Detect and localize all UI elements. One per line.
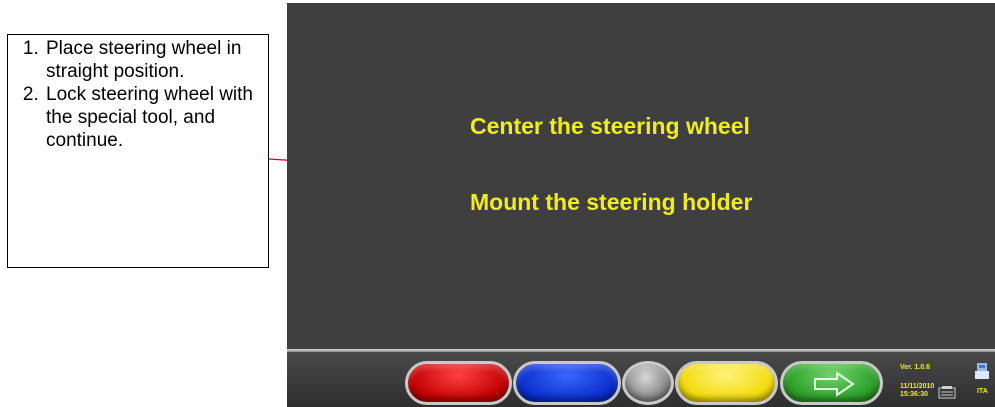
language-icon bbox=[975, 363, 989, 379]
instruction-callout: Place steering wheel in straight positio… bbox=[7, 34, 269, 268]
instruction-step-2: Lock steering wheel with the special too… bbox=[44, 83, 260, 152]
yellow-button[interactable] bbox=[675, 361, 778, 405]
blue-button[interactable] bbox=[513, 361, 621, 405]
bottom-button-bar: Ver. 1.0.6 11/11/2010 15:36:30 ITA bbox=[287, 352, 995, 407]
next-button[interactable] bbox=[780, 361, 883, 405]
red-button[interactable] bbox=[405, 361, 512, 405]
version-label: Ver. 1.0.6 bbox=[900, 364, 930, 371]
time-label: 15:36:30 bbox=[900, 391, 929, 398]
instruction-step-1: Place steering wheel in straight positio… bbox=[44, 37, 260, 83]
right-arrow-icon bbox=[814, 371, 855, 397]
center-steering-message: Center the steering wheel bbox=[470, 113, 750, 139]
mount-holder-message: Mount the steering holder bbox=[470, 189, 753, 215]
language-label: ITA bbox=[977, 388, 988, 395]
application-screen: Center the steering wheel Mount the stee… bbox=[287, 3, 995, 407]
instruction-list: Place steering wheel in straight positio… bbox=[12, 37, 260, 152]
tool-icon bbox=[938, 386, 956, 399]
gray-button[interactable] bbox=[622, 361, 674, 405]
date-label: 11/11/2010 bbox=[900, 383, 935, 390]
